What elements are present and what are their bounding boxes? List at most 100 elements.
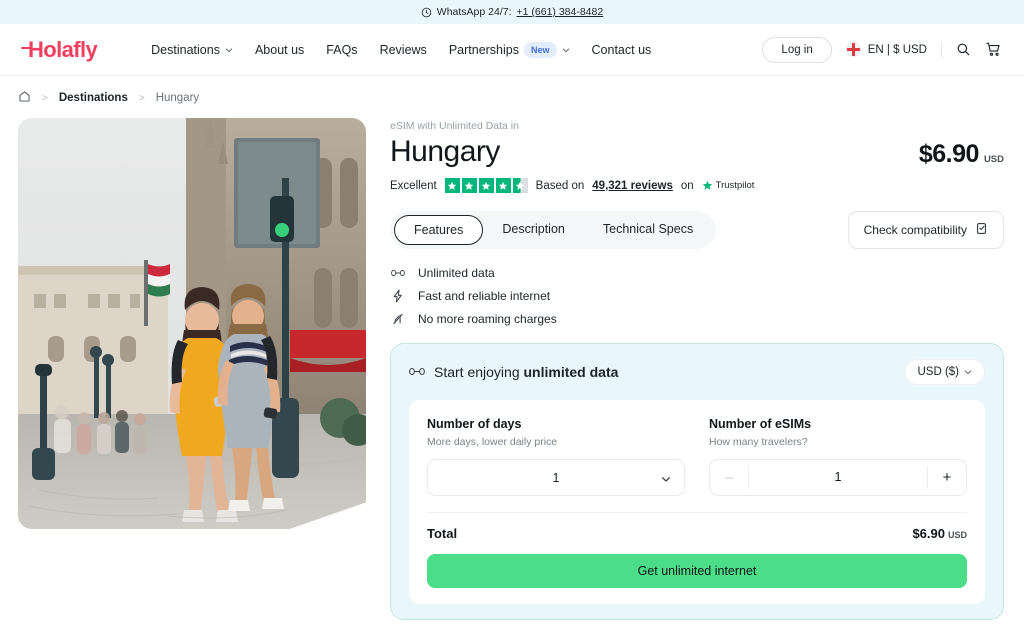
cart-icon[interactable]	[985, 41, 1002, 58]
locale-label: EN | $ USD	[867, 43, 927, 56]
search-icon[interactable]	[956, 42, 971, 57]
feature-label: Fast and reliable internet	[418, 289, 551, 303]
external-device-icon	[975, 222, 988, 238]
divider	[427, 512, 967, 513]
star-icon	[461, 178, 477, 193]
tab-group: Features Description Technical Specs	[390, 211, 717, 249]
nav-label: Destinations	[151, 42, 220, 57]
reviews-prefix: Based on	[535, 179, 585, 192]
check-compatibility-label: Check compatibility	[863, 223, 967, 237]
header-divider	[941, 41, 942, 58]
promo-text: WhatsApp 24/7:	[436, 6, 512, 18]
nav-label: Reviews	[379, 42, 427, 57]
feature-item: Unlimited data	[390, 266, 1004, 280]
esims-field: Number of eSIMs How many travelers? – 1 …	[709, 417, 967, 496]
main-nav: Destinations About us FAQs Reviews Partn…	[151, 41, 652, 58]
trustpilot-rating: Excellent Based on 49,321 reviews on Tru…	[390, 178, 1004, 193]
breadcrumb-item-destinations[interactable]: Destinations	[59, 92, 128, 104]
chevron-down-icon	[225, 46, 233, 54]
nav-label: FAQs	[326, 42, 358, 57]
hero-image	[18, 118, 366, 529]
feature-item: No more roaming charges	[390, 312, 1004, 326]
star-icon	[444, 178, 460, 193]
nav-label: Contact us	[591, 42, 652, 57]
tab-features[interactable]: Features	[394, 215, 484, 245]
esims-label: Number of eSIMs	[709, 417, 812, 431]
no-roaming-icon	[390, 312, 405, 326]
promo-phone-link[interactable]: +1 (661) 384-8482	[517, 6, 604, 18]
promo-bar: WhatsApp 24/7: +1 (661) 384-8482	[0, 0, 1024, 24]
star-half-icon	[512, 178, 528, 193]
days-select[interactable]: 1	[427, 459, 685, 496]
logo[interactable]: Holafly	[20, 37, 98, 63]
feature-item: Fast and reliable internet	[390, 289, 1004, 303]
breadcrumb-item-hungary: Hungary	[155, 92, 200, 104]
purchase-title-bold: unlimited data	[523, 364, 619, 380]
esims-sublabel: How many travelers?	[709, 436, 808, 448]
infinity-icon	[409, 365, 425, 380]
reviews-link[interactable]: 49,321 reviews	[592, 180, 673, 192]
breadcrumb-separator: >	[138, 92, 145, 104]
chevron-down-icon	[562, 46, 570, 54]
total-currency: USD	[947, 530, 967, 540]
currency-label: USD ($)	[917, 366, 959, 378]
decrement-button[interactable]: –	[710, 469, 748, 486]
days-value: 1	[552, 470, 560, 485]
nav-item-destinations[interactable]: Destinations	[151, 43, 233, 57]
purchase-card-body: Number of days More days, lower daily pr…	[391, 400, 1003, 619]
product-panel: eSIM with Unlimited Data in Hungary $6.9…	[390, 118, 1004, 620]
breadcrumb: > Destinations > Hungary	[0, 76, 1024, 106]
chevron-down-icon	[964, 368, 972, 376]
nav-item-reviews[interactable]: Reviews	[380, 43, 427, 57]
star-rating	[444, 178, 528, 193]
days-sublabel: More days, lower daily price	[427, 436, 558, 448]
feature-label: Unlimited data	[418, 266, 495, 280]
nav-item-partnerships[interactable]: Partnerships New	[449, 41, 570, 58]
trustpilot-star-icon	[702, 180, 712, 190]
total-row: Total $6.90 USD	[427, 526, 967, 541]
trustpilot-logo[interactable]: Trustpilot	[702, 180, 755, 191]
site-header: Holafly Destinations About us FAQs Revie…	[0, 24, 1024, 76]
feature-list: Unlimited data Fast and reliable interne…	[390, 266, 1004, 326]
total-label: Total	[427, 526, 458, 541]
bolt-icon	[390, 289, 405, 303]
tab-technical-specs[interactable]: Technical Specs	[584, 215, 712, 245]
product-eyebrow: eSIM with Unlimited Data in	[390, 120, 519, 132]
star-icon	[478, 178, 494, 193]
purchase-fields: Number of days More days, lower daily pr…	[427, 417, 967, 496]
page-title: Hungary	[390, 135, 500, 168]
new-badge: New	[524, 41, 557, 58]
chevron-down-icon	[661, 473, 671, 483]
page-root: WhatsApp 24/7: +1 (661) 384-8482 Holafly…	[0, 0, 1024, 642]
breadcrumb-separator: >	[42, 92, 48, 104]
whatsapp-icon	[421, 7, 432, 18]
currency-select[interactable]: USD ($)	[904, 359, 985, 385]
star-icon	[495, 178, 511, 193]
nav-item-contact-us[interactable]: Contact us	[592, 43, 652, 57]
tabs-row: Features Description Technical Specs Che…	[390, 211, 1004, 249]
nav-item-faqs[interactable]: FAQs	[326, 43, 357, 57]
login-button[interactable]: Log in	[762, 36, 832, 63]
purchase-inner: Number of days More days, lower daily pr…	[409, 400, 985, 604]
home-icon[interactable]	[18, 90, 31, 106]
purchase-title-plain: Start enjoying	[434, 364, 524, 380]
infinity-icon	[390, 266, 405, 280]
check-compatibility-button[interactable]: Check compatibility	[847, 211, 1004, 249]
nav-label: About us	[254, 42, 305, 57]
price-block: $6.90 USD	[919, 135, 1004, 169]
main-content: eSIM with Unlimited Data in Hungary $6.9…	[0, 106, 1024, 620]
locale-selector[interactable]: EN | $ USD	[845, 42, 927, 57]
nav-item-about-us[interactable]: About us	[255, 43, 304, 57]
get-unlimited-internet-button[interactable]: Get unlimited internet	[427, 554, 967, 588]
trustpilot-name: Trustpilot	[715, 180, 755, 191]
esims-stepper: – 1 +	[709, 459, 967, 496]
increment-button[interactable]: +	[928, 469, 966, 486]
title-row: Hungary $6.90 USD	[390, 135, 1004, 169]
purchase-card: Start enjoying unlimited data USD ($) Nu…	[390, 343, 1004, 620]
esims-value: 1	[748, 466, 928, 489]
total-value: $6.90	[912, 526, 945, 541]
tab-description[interactable]: Description	[483, 215, 584, 245]
header-actions: Log in EN | $ USD	[762, 36, 1002, 63]
days-field: Number of days More days, lower daily pr…	[427, 417, 685, 496]
reviews-on: on	[680, 179, 694, 192]
